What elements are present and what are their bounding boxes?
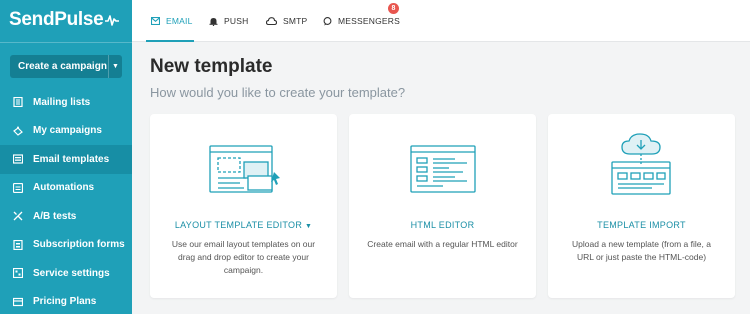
tab-label: EMAIL bbox=[166, 16, 193, 26]
page-title: New template bbox=[150, 56, 273, 77]
card-title: TEMPLATE IMPORT bbox=[597, 220, 686, 230]
tab-email[interactable]: EMAIL bbox=[151, 0, 193, 42]
tab-label: PUSH bbox=[224, 16, 249, 26]
sidebar-item-label: My campaigns bbox=[33, 125, 102, 137]
chevron-down-icon[interactable]: ▼ bbox=[108, 55, 122, 78]
pulse-icon bbox=[105, 15, 120, 26]
card-html-editor[interactable]: HTML EDITOR Create email with a regular … bbox=[349, 114, 536, 298]
active-tab-indicator bbox=[146, 40, 194, 42]
sidebar-item-label: Subscription forms bbox=[33, 239, 125, 251]
sidebar-item-label: A/B tests bbox=[33, 210, 77, 222]
sidebar-item-pricing-plans[interactable]: Pricing Plans bbox=[0, 288, 132, 314]
sidebar-item-label: Automations bbox=[33, 182, 95, 194]
chevron-down-icon[interactable]: ▼ bbox=[305, 223, 312, 230]
template-icon bbox=[13, 154, 23, 164]
card-title: HTML EDITOR bbox=[410, 220, 475, 230]
bell-icon bbox=[209, 17, 218, 26]
chat-icon bbox=[323, 16, 332, 26]
pricing-icon bbox=[13, 297, 23, 307]
card-template-import[interactable]: TEMPLATE IMPORT Upload a new template (f… bbox=[548, 114, 735, 298]
tab-push[interactable]: PUSH bbox=[209, 0, 248, 42]
sidebar-item-service-settings[interactable]: Service settings bbox=[0, 259, 132, 288]
mail-icon bbox=[151, 17, 160, 25]
html-editor-illustration-icon bbox=[409, 145, 476, 193]
sidebar-item-automations[interactable]: Automations bbox=[0, 174, 132, 203]
sidebar-item-ab-tests[interactable]: A/B tests bbox=[0, 202, 132, 231]
logo-text: SendPulse bbox=[9, 9, 104, 30]
template-import-illustration-icon bbox=[610, 133, 671, 195]
sidebar-item-label: Service settings bbox=[33, 267, 110, 279]
tab-label: MESSENGERS bbox=[338, 16, 400, 26]
sidebar-item-email-templates[interactable]: Email templates bbox=[0, 145, 132, 174]
card-description: Upload a new template (from a file, a UR… bbox=[572, 239, 711, 262]
automation-icon bbox=[13, 182, 23, 193]
notification-badge: 8 bbox=[388, 3, 399, 14]
card-layout-template-editor[interactable]: LAYOUT TEMPLATE EDITOR ▼ Use our email l… bbox=[150, 114, 337, 298]
tab-smtp[interactable]: SMTP bbox=[266, 0, 307, 42]
sidebar-item-label: Mailing lists bbox=[33, 96, 91, 108]
sidebar-nav: Mailing lists My campaigns Email templat… bbox=[0, 88, 132, 314]
sidebar-item-my-campaigns[interactable]: My campaigns bbox=[0, 117, 132, 146]
card-description: Use our email layout templates on our dr… bbox=[171, 239, 316, 275]
card-description: Create email with a regular HTML editor bbox=[367, 239, 518, 249]
create-campaign-button[interactable]: Create a campaign ▼ bbox=[10, 55, 122, 78]
sidebar-item-label: Pricing Plans bbox=[33, 296, 97, 308]
megaphone-icon bbox=[13, 126, 23, 136]
layout-editor-illustration-icon bbox=[208, 145, 280, 193]
settings-icon bbox=[13, 268, 23, 279]
card-title: LAYOUT TEMPLATE EDITOR ▼ bbox=[174, 220, 313, 230]
list-icon bbox=[13, 97, 23, 108]
split-icon bbox=[13, 211, 23, 221]
tab-label: SMTP bbox=[283, 16, 308, 26]
sidebar-item-mailing-lists[interactable]: Mailing lists bbox=[0, 88, 132, 117]
logo[interactable]: SendPulse bbox=[9, 9, 120, 31]
sidebar-item-subscription-forms[interactable]: Subscription forms bbox=[0, 231, 132, 260]
sidebar-divider bbox=[0, 42, 132, 43]
create-campaign-label: Create a campaign bbox=[18, 61, 107, 72]
sidebar-item-label: Email templates bbox=[33, 153, 110, 165]
cloud-icon bbox=[266, 17, 277, 25]
sidebar: SendPulse Create a campaign ▼ Mailing li… bbox=[0, 0, 132, 314]
page-subtitle: How would you like to create your templa… bbox=[150, 85, 406, 100]
form-icon bbox=[13, 239, 23, 250]
